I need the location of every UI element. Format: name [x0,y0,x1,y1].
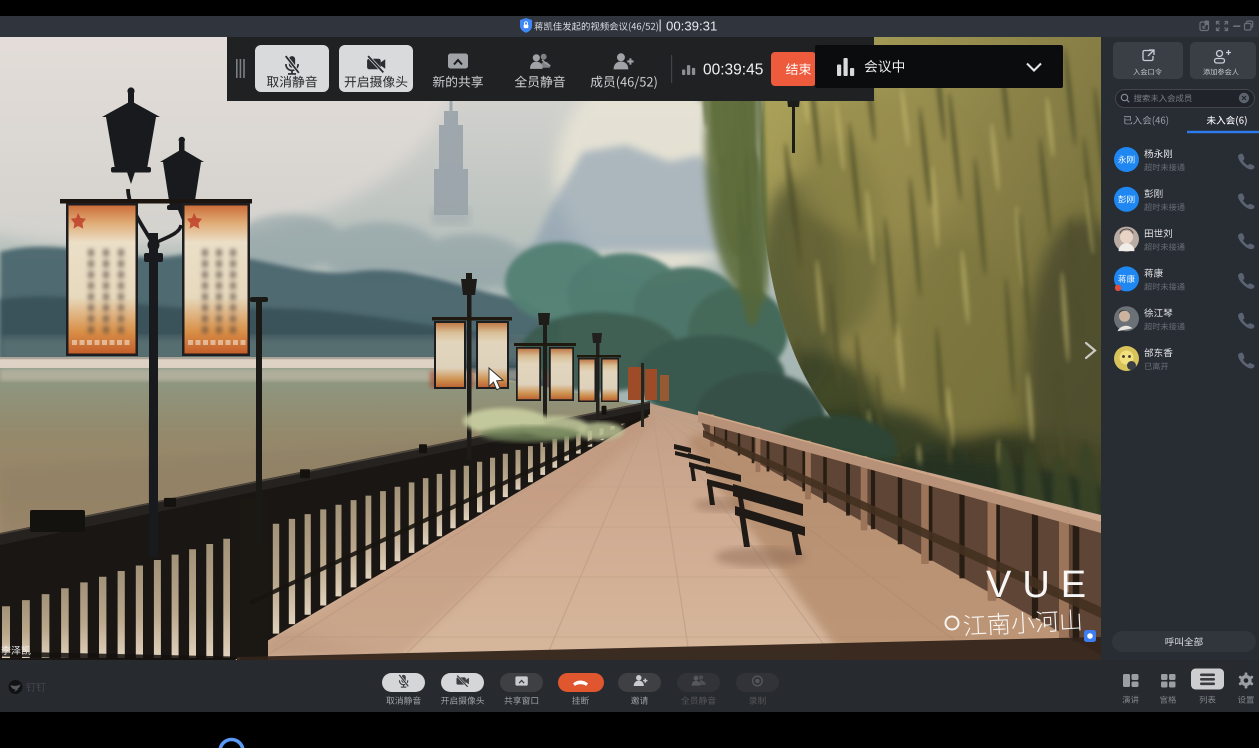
svg-text:VUE: VUE [986,564,1097,606]
